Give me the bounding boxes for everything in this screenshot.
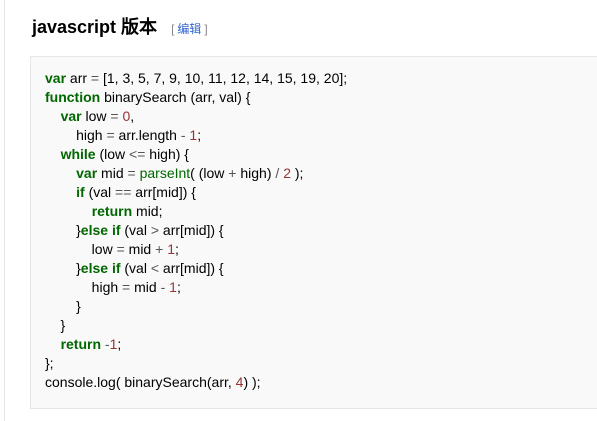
code-text: ) ); (243, 374, 261, 390)
code-text: mid (130, 279, 161, 295)
code-operator: = (116, 241, 125, 257)
code-text: high) (236, 165, 276, 181)
code-number: 1 (167, 241, 175, 257)
code-text: arr[mid]) { (159, 222, 224, 238)
code-line: function binarySearch (arr, val) { (45, 88, 347, 107)
code-text: arr[mid]) { (159, 260, 224, 276)
code-line: high = arr.length - 1; (45, 126, 347, 145)
code-keyword: function (45, 89, 101, 105)
code-text: (low (95, 146, 130, 162)
code-line: var arr = [1, 3, 5, 7, 9, 10, 11, 12, 14… (45, 69, 347, 88)
code-line: }else if (val < arr[mid]) { (45, 259, 347, 278)
code-operator: = (127, 165, 136, 181)
code-text: } (45, 260, 81, 276)
code-line: } (45, 316, 347, 335)
code-block: var arr = [1, 3, 5, 7, 9, 10, 11, 12, 14… (30, 56, 597, 409)
code-operator: < (150, 260, 160, 276)
code-keyword: else (80, 260, 109, 276)
code-text: low (81, 108, 111, 124)
code-text: (val (120, 222, 151, 238)
code-keyword: var (45, 70, 67, 86)
code-line: var low = 0, (45, 107, 347, 126)
code-keyword: else (80, 222, 109, 238)
code-line: high = mid - 1; (45, 278, 347, 297)
left-divider (4, 0, 5, 421)
code-line: }else if (val > arr[mid]) { (45, 221, 347, 240)
code-keyword: var (60, 108, 82, 124)
code-text: ); (290, 165, 304, 181)
code-text: [1, 3, 5, 7, 9, 10, 11, 12, 14, 15, 19, … (99, 70, 348, 86)
code-text: binarySearch (arr, val) { (100, 89, 251, 105)
code-keyword: while (60, 146, 96, 162)
code-text: , (130, 108, 135, 124)
code-operator: <= (129, 146, 146, 162)
code-number: 1 (169, 279, 177, 295)
code-line: while (low <= high) { (45, 145, 347, 164)
code-keyword: if (76, 184, 85, 200)
code-number: 2 (283, 165, 291, 181)
code-operator: = (110, 108, 119, 124)
code-function: parseInt (139, 165, 191, 181)
code-keyword: return (91, 203, 133, 219)
code-text: (val (84, 184, 116, 200)
code-text: ; (174, 241, 179, 257)
code-text: } (45, 298, 81, 314)
code-listing: var arr = [1, 3, 5, 7, 9, 10, 11, 12, 14… (45, 69, 347, 392)
code-text: high) { (145, 146, 189, 162)
edit-link[interactable]: 编辑 (174, 22, 204, 36)
code-text: ; (197, 127, 202, 143)
code-line: return -1; (45, 335, 347, 354)
code-keyword: if (111, 222, 121, 238)
code-line: return mid; (45, 202, 347, 221)
edit-bracket-close: ] (204, 22, 208, 36)
code-operator: == (115, 184, 132, 200)
code-keyword: if (111, 260, 121, 276)
code-text: }; (45, 355, 54, 371)
code-text: console.log( binarySearch(arr, (45, 374, 236, 390)
code-operator: = (122, 279, 131, 295)
code-text: arr.length (114, 127, 181, 143)
code-operator: > (150, 222, 160, 238)
code-text: ; (176, 279, 181, 295)
code-keyword: return (60, 336, 102, 352)
code-operator: = (106, 127, 115, 143)
code-text: } (45, 317, 66, 333)
code-text: mid; (132, 203, 163, 219)
code-text: mid (124, 241, 156, 257)
code-line: console.log( binarySearch(arr, 4) ); (45, 373, 347, 392)
section-heading: javascript 版本 [编辑] (32, 13, 208, 39)
code-text: mid (97, 165, 128, 181)
code-line: }; (45, 354, 347, 373)
code-text: ( (low (190, 165, 229, 181)
code-text: arr[mid]) { (131, 184, 196, 200)
code-text: (val (120, 260, 151, 276)
section-title: javascript 版本 (32, 17, 158, 37)
code-operator: = (90, 70, 100, 86)
code-keyword: var (76, 165, 98, 181)
edit-control: [编辑] (171, 20, 208, 37)
code-text: arr (66, 70, 91, 86)
code-text: high (45, 127, 107, 143)
code-line: } (45, 297, 347, 316)
code-line: var mid = parseInt( (low + high) / 2 ); (45, 164, 347, 183)
code-text: } (45, 222, 81, 238)
page: javascript 版本 [编辑] var arr = [1, 3, 5, 7… (0, 0, 597, 421)
code-text: low (45, 241, 117, 257)
code-line: low = mid + 1; (45, 240, 347, 259)
code-text: high (45, 279, 123, 295)
code-line: if (val == arr[mid]) { (45, 183, 347, 202)
code-text: ; (117, 336, 122, 352)
